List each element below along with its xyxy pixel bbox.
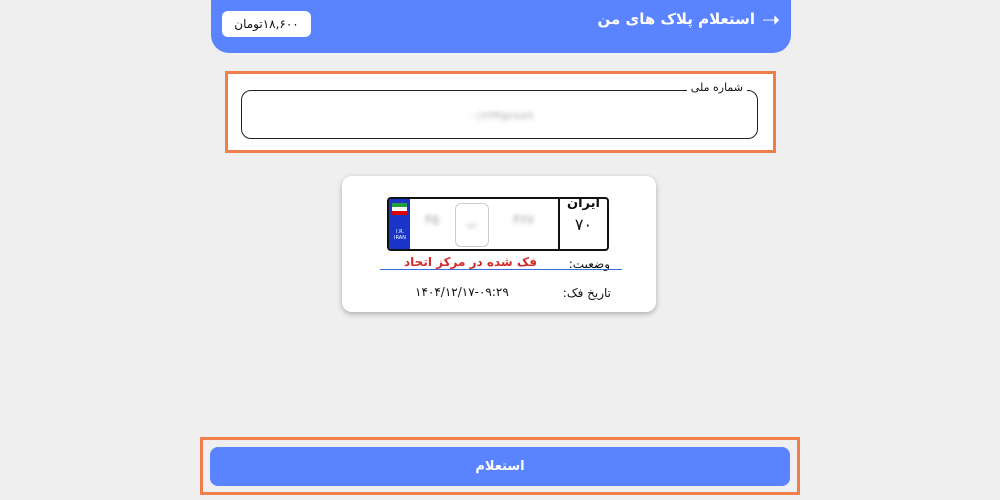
plate-letter: ب	[466, 217, 478, 230]
inquiry-button[interactable]: استعلام	[210, 447, 790, 486]
plate-letter-box: ب	[455, 203, 489, 247]
back-arrow-icon[interactable]: ➝	[759, 9, 783, 33]
plate-region-code: ۷۰	[574, 215, 593, 234]
release-date-value: ۱۴۰۴/۱۲/۱۷-۰۹:۲۹	[415, 285, 509, 299]
national-id-input[interactable]	[254, 103, 748, 129]
national-id-label: شماره ملی	[686, 81, 747, 94]
plate-country-strip: I.R. IRAN	[389, 199, 410, 249]
status-value: فک شده در مرکز اتحاد	[404, 255, 538, 269]
plate-number-right: ۳۶۷	[513, 213, 534, 228]
plate-region-label: ایران	[567, 197, 600, 211]
page-title: استعلام پلاک های من	[597, 10, 755, 28]
national-id-field[interactable]: شماره ملی	[241, 81, 758, 139]
release-date-label: تاریخ فک:	[562, 286, 611, 300]
iran-flag-icon	[392, 203, 407, 215]
plate-number-left: ۴۵	[425, 213, 439, 228]
status-divider	[380, 269, 622, 270]
price-badge: ۱۸,۶۰۰تومان	[222, 11, 311, 37]
plate-country-code: I.R. IRAN	[394, 229, 406, 241]
plate-result-card: I.R. IRAN ۴۵ ب ۳۶۷ ایران ۷۰ وضعیت: فک شده…	[342, 176, 656, 312]
license-plate: I.R. IRAN ۴۵ ب ۳۶۷ ایران ۷۰	[387, 197, 609, 251]
header-bar: ➝ استعلام پلاک های من ۱۸,۶۰۰تومان	[211, 0, 791, 53]
